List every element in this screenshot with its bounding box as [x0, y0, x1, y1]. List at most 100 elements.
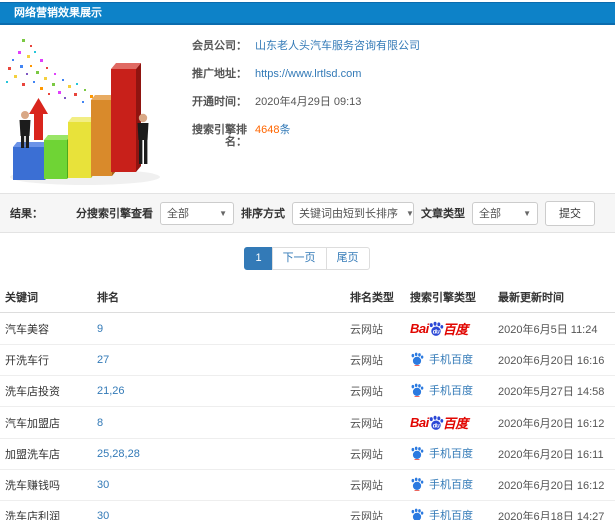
- sort-filter-label: 排序方式: [241, 208, 285, 220]
- column-header: 排名: [92, 282, 345, 313]
- mobile-baidu-label: 手机百度: [410, 351, 473, 367]
- table-row: 洗车赚钱吗 30 云网站 手机百度 2020年6月20日 16:12: [0, 469, 615, 501]
- baidu-logo: Bai du 百度: [410, 413, 468, 432]
- mobile-baidu-text: 手机百度: [429, 479, 473, 491]
- rank-cell: 8: [92, 406, 345, 439]
- baidu-logo-bai: Bai: [410, 321, 429, 336]
- updated-cell: 2020年6月18日 14:27: [493, 500, 615, 520]
- bar-blue: [13, 142, 49, 180]
- engine-cell: 手机百度: [405, 344, 493, 376]
- keyword-cell: 汽车美容: [0, 312, 92, 345]
- engine-cell: Bai du 百度: [405, 406, 493, 439]
- page-item-current[interactable]: 1: [244, 247, 273, 270]
- rank-type-cell: 云网站: [345, 438, 405, 470]
- bar-chart-clipart-svg: [6, 39, 160, 185]
- mobile-baidu-label: 手机百度: [410, 476, 473, 492]
- column-header: 关键词: [0, 282, 92, 313]
- keyword-cell: 洗车店投资: [0, 375, 92, 407]
- column-header: 排名类型: [345, 282, 405, 313]
- chevron-down-icon: ▼: [406, 208, 414, 218]
- page-item[interactable]: 尾页: [325, 247, 370, 270]
- table-row: 汽车美容 9 云网站 Bai du 百度 2020年6月5日 11:24: [0, 312, 615, 345]
- mobile-baidu-text: 手机百度: [429, 510, 473, 520]
- chevron-down-icon: ▼: [219, 208, 227, 218]
- pagination: 1 下一页 尾页: [0, 247, 615, 270]
- info-link[interactable]: https://www.lrtlsd.com: [255, 68, 361, 80]
- article-type-filter-label: 文章类型: [421, 208, 465, 220]
- baidu-logo-name: 百度: [442, 322, 469, 337]
- select-value: 全部: [479, 208, 501, 220]
- info-link[interactable]: 条: [279, 124, 290, 136]
- up-arrow: [29, 98, 48, 140]
- info-row: 推广地址： https://www.lrtlsd.com: [185, 68, 420, 80]
- svg-text:du: du: [432, 328, 439, 335]
- baidu-paw-icon: du: [429, 415, 443, 430]
- engine-cell: 手机百度: [405, 375, 493, 407]
- baidu-paw-icon: [411, 383, 424, 397]
- rank-cell: 25,28,28: [92, 438, 345, 470]
- baidu-paw-icon: [411, 352, 424, 366]
- info-label: 开通时间：: [192, 96, 247, 108]
- select-value: 全部: [167, 208, 189, 220]
- rank-cell: 9: [92, 312, 345, 345]
- info-row: 开通时间： 2020年4月29日 09:13: [185, 96, 420, 108]
- updated-cell: 2020年6月20日 16:11: [493, 438, 615, 470]
- info-label: 推广地址：: [192, 68, 247, 80]
- updated-cell: 2020年6月5日 11:24: [493, 312, 615, 345]
- rank-type-cell: 云网站: [345, 344, 405, 376]
- engine-cell: Bai du 百度: [405, 312, 493, 345]
- table-header-row: 关键词 排名 排名类型 搜索引擎类型 最新更新时间: [0, 282, 615, 313]
- rank-type-cell: 云网站: [345, 312, 405, 345]
- updated-cell: 2020年6月20日 16:12: [493, 406, 615, 439]
- rank-cell: 30: [92, 500, 345, 520]
- table-row: 开洗车行 27 云网站 手机百度 2020年6月20日 16:16: [0, 344, 615, 376]
- sort-filter-select[interactable]: 关键词由短到长排序 ▼: [292, 201, 414, 225]
- baidu-paw-icon: [411, 477, 424, 491]
- mobile-baidu-label: 手机百度: [410, 382, 473, 398]
- info-link[interactable]: 山东老人头汽车服务咨询有限公司: [255, 40, 420, 52]
- info-value: https://www.lrtlsd.com: [255, 68, 361, 80]
- updated-cell: 2020年5月27日 14:58: [493, 375, 615, 407]
- submit-button[interactable]: 提交: [545, 200, 595, 226]
- engine-filter-select[interactable]: 全部 ▼: [160, 201, 234, 225]
- bar-yellow: [68, 117, 95, 178]
- column-header: 最新更新时间: [493, 282, 615, 313]
- rank-cell: 30: [92, 469, 345, 501]
- info-row: 搜索引擎排名： 4648条: [185, 124, 420, 148]
- updated-cell: 2020年6月20日 16:12: [493, 469, 615, 501]
- engine-cell: 手机百度: [405, 500, 493, 520]
- baidu-paw-icon: [411, 446, 424, 460]
- bar-green: [44, 135, 71, 179]
- confetti-dots: [6, 39, 98, 103]
- rank-cell: 27: [92, 344, 345, 376]
- keyword-cell: 洗车店利润: [0, 500, 92, 520]
- baidu-logo-bai: Bai: [410, 415, 429, 430]
- mobile-baidu-text: 手机百度: [429, 448, 473, 460]
- table-row: 洗车店利润 30 云网站手机百度 2020年6月18日 14:27: [0, 500, 615, 520]
- mobile-baidu-text: 手机百度: [429, 354, 473, 366]
- mobile-baidu-label: 手机百度: [410, 507, 473, 520]
- ranking-table: 关键词 排名 排名类型 搜索引擎类型 最新更新时间 汽车美容 9 云网站 Bai du 百度 202…: [0, 282, 615, 520]
- updated-cell: 2020年6月20日 16:16: [493, 344, 615, 376]
- results-filter-bar: 结果： 分搜索引擎查看 全部 ▼ 排序方式 关键词由短到长排序 ▼ 文章类型 全部 ▼ 提交: [0, 193, 615, 233]
- keyword-cell: 开洗车行: [0, 344, 92, 376]
- baidu-paw-icon: [411, 508, 424, 520]
- page-title: 网络营销效果展示: [0, 2, 615, 25]
- info-row: 会员公司： 山东老人头汽车服务咨询有限公司: [185, 40, 420, 52]
- rank-type-cell: 云网站: [345, 469, 405, 501]
- table-row: 洗车店投资 21,26 云网站 手机百度 2020年5月27日 14:58: [0, 375, 615, 407]
- article-type-filter-select[interactable]: 全部 ▼: [472, 201, 538, 225]
- keyword-cell: 洗车赚钱吗: [0, 469, 92, 501]
- svg-text:du: du: [432, 422, 439, 429]
- table-body: 汽车美容 9 云网站 Bai du 百度 2020年6月5日 11:24 开洗车行 27 云网站手…: [0, 312, 615, 520]
- rank-type-cell: 云网站: [345, 500, 405, 520]
- column-header: 搜索引擎类型: [405, 282, 493, 313]
- engine-cell: 手机百度: [405, 469, 493, 501]
- rank-cell: 21,26: [92, 375, 345, 407]
- growth-chart-illustration: [0, 25, 185, 193]
- table-row: 加盟洗车店 25,28,28 云网站 手机百度 2020年6月20日 16:11: [0, 438, 615, 470]
- engine-cell: 手机百度: [405, 438, 493, 470]
- page-item[interactable]: 下一页: [271, 247, 327, 270]
- info-label: 搜索引擎排名：: [192, 124, 247, 148]
- info-label: 会员公司：: [192, 40, 247, 52]
